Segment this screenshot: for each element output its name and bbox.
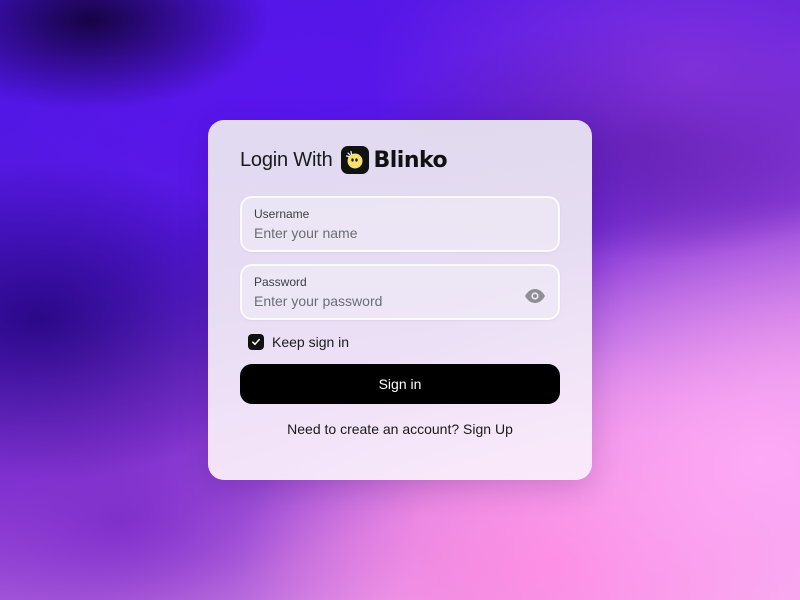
blinko-logo-icon bbox=[340, 146, 369, 174]
password-label: Password bbox=[254, 275, 307, 289]
signup-prompt-row: Need to create an account? Sign Up bbox=[208, 421, 592, 437]
keep-signin-row[interactable]: Keep sign in bbox=[248, 334, 349, 350]
username-field[interactable]: Username bbox=[240, 196, 560, 252]
sign-in-button[interactable]: Sign in bbox=[240, 364, 560, 404]
check-icon bbox=[252, 338, 260, 346]
username-label: Username bbox=[254, 207, 310, 221]
login-title-text: Login With bbox=[240, 148, 333, 171]
password-input[interactable] bbox=[254, 293, 514, 309]
login-card: Login With Blinko Username Password bbox=[208, 120, 592, 480]
sign-up-link[interactable]: Sign Up bbox=[463, 421, 513, 437]
brand-name: Blinko bbox=[373, 147, 448, 173]
login-title: Login With Blinko bbox=[240, 144, 448, 176]
keep-signin-checkbox[interactable] bbox=[248, 334, 264, 350]
password-field[interactable]: Password bbox=[240, 264, 560, 320]
eye-icon[interactable] bbox=[524, 288, 546, 304]
keep-signin-label[interactable]: Keep sign in bbox=[272, 334, 349, 350]
username-input[interactable] bbox=[254, 225, 514, 241]
signup-prompt-text: Need to create an account? bbox=[287, 421, 464, 437]
